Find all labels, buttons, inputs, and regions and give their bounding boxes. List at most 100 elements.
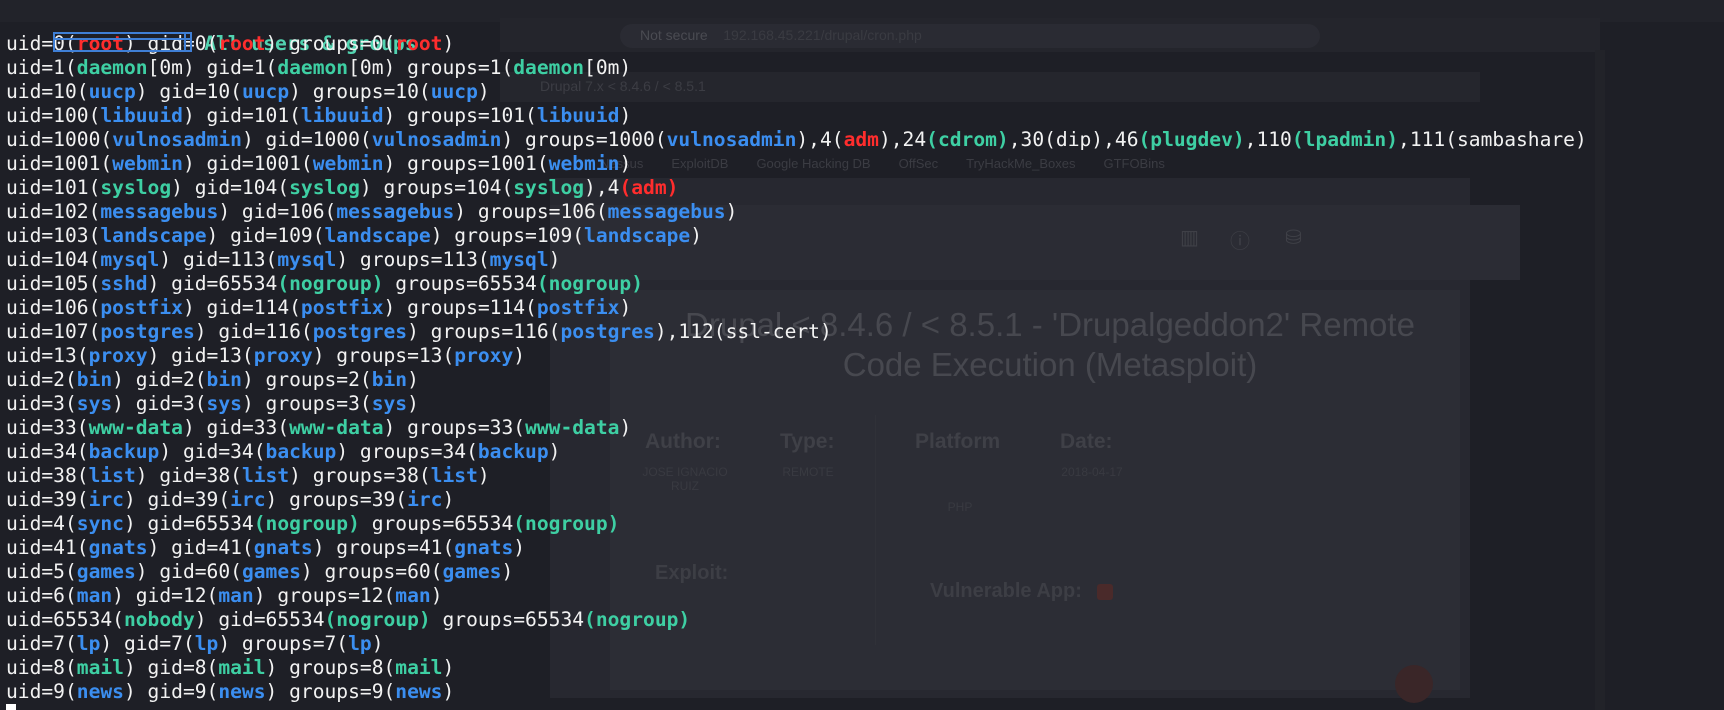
id-text: ) xyxy=(430,584,443,607)
name-highlight: sys xyxy=(371,392,408,415)
name-highlight: lp xyxy=(348,632,372,655)
id-text: ) gid=10( xyxy=(135,80,242,103)
id-text: ) xyxy=(407,392,419,415)
id-text: uid=106( xyxy=(6,296,101,319)
name-highlight: messagebus xyxy=(100,200,219,223)
user-entry-line: uid=103(landscape) gid=109(landscape) gr… xyxy=(6,224,1724,248)
terminal-cursor xyxy=(6,704,16,710)
user-entry-line: uid=7(lp) gid=7(lp) groups=7(lp) xyxy=(6,632,1724,656)
name-highlight: syslog xyxy=(289,176,360,199)
id-text: ) gid=41( xyxy=(147,536,254,559)
id-text: uid=5( xyxy=(6,560,77,583)
id-text: uid=105( xyxy=(6,272,101,295)
name-highlight: games xyxy=(442,560,502,583)
name-highlight: libuuid xyxy=(100,104,183,127)
id-text: uid=41( xyxy=(6,536,89,559)
id-text: ) gid=9( xyxy=(123,680,219,703)
id-text: ) groups=34( xyxy=(336,440,478,463)
user-entry-line: uid=3(sys) gid=3(sys) groups=3(sys) xyxy=(6,392,1724,416)
name-highlight: webmin xyxy=(548,152,620,175)
id-text: uid=13( xyxy=(6,344,89,367)
id-text: ) xyxy=(619,296,632,319)
id-text: ),4 xyxy=(584,176,620,199)
id-text: ) xyxy=(371,632,384,655)
id-text: ) gid=65534 xyxy=(123,512,254,535)
terminal-output[interactable]: All users & groups uid=0(root) gid=0(roo… xyxy=(0,0,1724,710)
user-entry-line: uid=106(postfix) gid=114(postfix) groups… xyxy=(6,296,1724,320)
id-text: ) groups=0( xyxy=(265,32,396,55)
id-text: ) groups=113( xyxy=(336,248,490,271)
id-text: uid=39( xyxy=(6,488,89,511)
id-text: uid=101( xyxy=(6,176,101,199)
name-highlight: daemon xyxy=(513,56,585,79)
id-text: ) gid=1000( xyxy=(241,128,372,151)
user-entry-line: uid=38(list) gid=38(list) groups=38(list… xyxy=(6,464,1724,488)
id-text: ) gid=39( xyxy=(123,488,231,511)
section-header-box-icon xyxy=(53,32,193,52)
name-highlight: backup xyxy=(265,440,337,463)
name-highlight: adm xyxy=(843,128,879,151)
id-text: ) gid=104( xyxy=(171,176,290,199)
user-entry-line: uid=107(postgres) gid=116(postgres) grou… xyxy=(6,320,1724,344)
id-text: ) gid=34( xyxy=(159,440,266,463)
user-entry-line: uid=33(www-data) gid=33(www-data) groups… xyxy=(6,416,1724,440)
id-text: ) groups=9( xyxy=(265,680,396,703)
name-highlight: bin xyxy=(76,368,113,391)
id-text: ) groups=10( xyxy=(289,80,431,103)
name-highlight: landscape xyxy=(584,224,691,247)
name-highlight: news xyxy=(395,680,443,703)
name-highlight: bin xyxy=(371,368,408,391)
id-text: ),112(ssl-cert) xyxy=(654,320,832,343)
id-text: groups=65534 xyxy=(359,512,514,535)
id-text: uid=103( xyxy=(6,224,101,247)
name-highlight: (adm) xyxy=(619,176,679,199)
id-text: ) gid=1001( xyxy=(182,152,313,175)
id-text: ) gid=65534 xyxy=(194,608,325,631)
id-text: ) xyxy=(690,224,703,247)
name-highlight: (nogroup) xyxy=(513,512,620,535)
id-text: [0m) xyxy=(584,56,632,79)
section-header: All users & groups xyxy=(6,8,1724,55)
name-highlight: vulnosadmin xyxy=(666,128,797,151)
id-text: uid=100( xyxy=(6,104,101,127)
id-text: ) xyxy=(513,536,526,559)
name-highlight: libuuid xyxy=(536,104,620,127)
user-entry-line: uid=1001(webmin) gid=1001(webmin) groups… xyxy=(6,152,1724,176)
id-text: ) xyxy=(548,440,561,463)
name-highlight: irc xyxy=(407,488,443,511)
id-text: ) groups=114( xyxy=(383,296,537,319)
id-text: ) groups=8( xyxy=(265,656,396,679)
user-group-list: uid=0(root) gid=0(root) groups=0(root) ui… xyxy=(6,32,1724,704)
name-highlight: uucp xyxy=(88,80,136,103)
id-text: uid=33( xyxy=(6,416,89,439)
id-text: ) groups=106( xyxy=(454,200,608,223)
user-entry-line: uid=41(gnats) gid=41(gnats) groups=41(gn… xyxy=(6,536,1724,560)
name-highlight: (nogroup) xyxy=(253,512,360,535)
id-text: uid=3( xyxy=(6,392,77,415)
id-text: ) groups=2( xyxy=(241,368,372,391)
id-text: uid=104( xyxy=(6,248,101,271)
name-highlight: bin xyxy=(206,368,242,391)
id-text: ) groups=33( xyxy=(383,416,526,439)
name-highlight: proxy xyxy=(253,344,313,367)
id-text: ) xyxy=(477,80,490,103)
name-highlight: postfix xyxy=(100,296,183,319)
id-text: uid=2( xyxy=(6,368,77,391)
name-highlight: nobody xyxy=(123,608,195,631)
id-text: ) gid=106( xyxy=(218,200,337,223)
id-text: ) xyxy=(513,344,526,367)
id-text: ),24 xyxy=(878,128,927,151)
name-highlight: proxy xyxy=(88,344,148,367)
name-highlight: vulnosadmin xyxy=(112,128,242,151)
id-text: ) xyxy=(442,656,455,679)
id-text: uid=4( xyxy=(6,512,77,535)
id-text: ) gid=2( xyxy=(112,368,207,391)
id-text: uid=65534( xyxy=(6,608,124,631)
name-highlight: postgres xyxy=(560,320,655,343)
id-text: ) groups=60( xyxy=(300,560,443,583)
id-text: groups=65534 xyxy=(430,608,585,631)
name-highlight: sshd xyxy=(100,272,148,295)
name-highlight: messagebus xyxy=(607,200,726,223)
id-text: ) gid=7( xyxy=(100,632,195,655)
name-highlight: libuuid xyxy=(300,104,384,127)
